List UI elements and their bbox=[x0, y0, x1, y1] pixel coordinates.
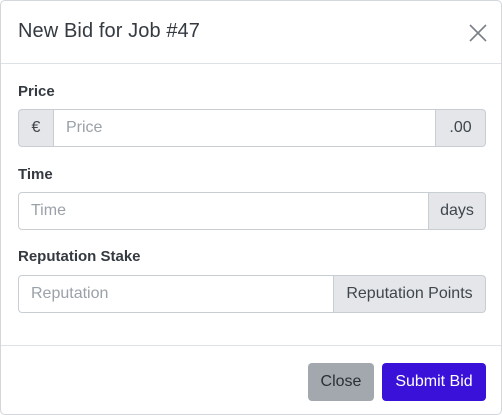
price-suffix: .00 bbox=[436, 109, 486, 147]
reputation-suffix: Reputation Points bbox=[334, 275, 486, 313]
submit-bid-button[interactable]: Submit Bid bbox=[382, 363, 486, 401]
price-label: Price bbox=[18, 83, 55, 100]
time-suffix: days bbox=[429, 192, 486, 230]
reputation-input-group: Reputation Points bbox=[18, 275, 486, 313]
price-input-group: € .00 bbox=[18, 109, 486, 147]
time-input-group: days bbox=[18, 192, 486, 230]
time-input[interactable] bbox=[18, 192, 429, 230]
new-bid-modal: New Bid for Job #47 Price € .00 Time day… bbox=[0, 0, 502, 415]
currency-prefix: € bbox=[18, 109, 53, 147]
close-button[interactable]: Close bbox=[308, 363, 374, 401]
modal-header: New Bid for Job #47 bbox=[1, 1, 501, 64]
close-x-icon[interactable] bbox=[467, 22, 489, 44]
time-label: Time bbox=[18, 166, 53, 183]
reputation-stake-label: Reputation Stake bbox=[18, 248, 141, 265]
reputation-input[interactable] bbox=[18, 275, 334, 313]
modal-title: New Bid for Job #47 bbox=[18, 20, 200, 42]
price-input[interactable] bbox=[53, 109, 436, 147]
modal-footer: Close Submit Bid bbox=[1, 345, 501, 414]
